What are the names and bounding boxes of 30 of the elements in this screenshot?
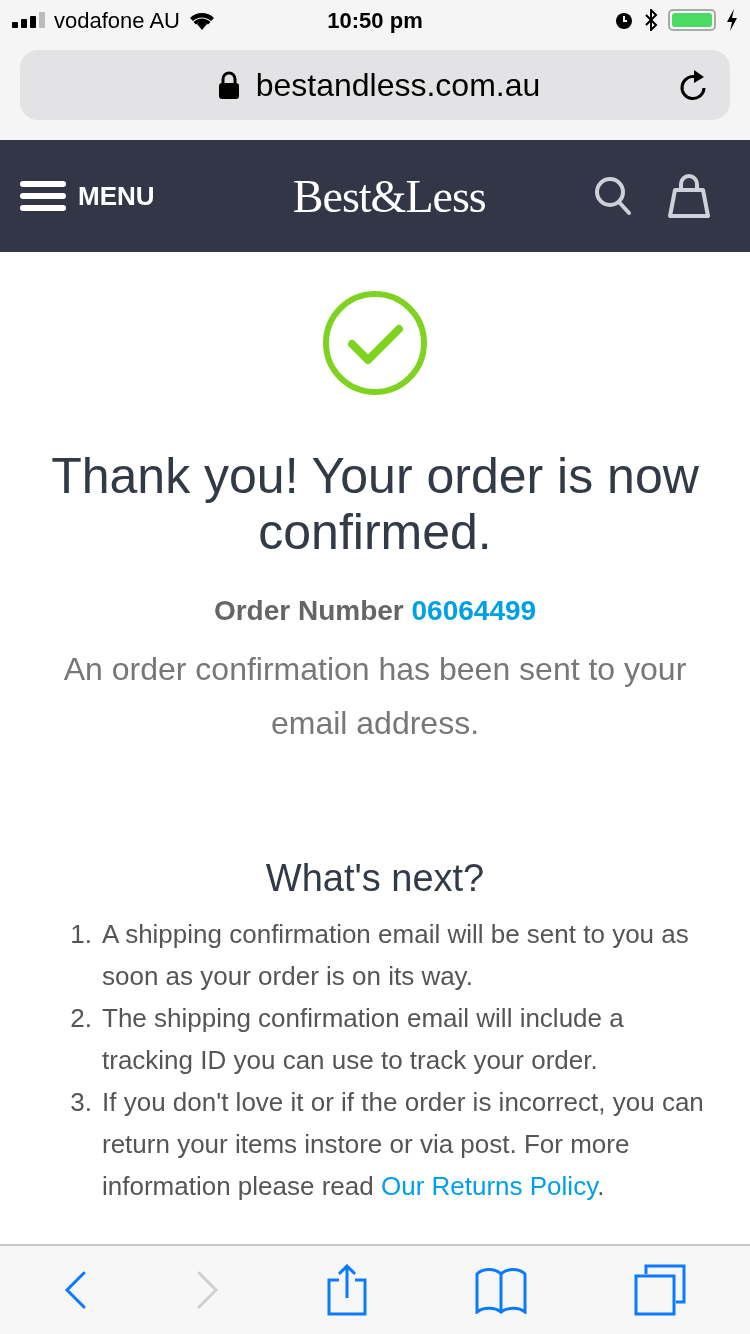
- logo[interactable]: Best&Less: [292, 161, 486, 231]
- menu-button[interactable]: MENU: [20, 176, 155, 216]
- back-icon[interactable]: [63, 1270, 88, 1310]
- wifi-icon: [188, 10, 216, 30]
- list-number: 1.: [69, 918, 93, 951]
- lock-icon: [217, 71, 240, 99]
- order-number: 06064499: [411, 595, 537, 626]
- list-item-text: If you don't love it or if the order is incorrect, you can return your items instore or via post. For more information please read Our Returns Policy.: [101, 1086, 705, 1203]
- search-icon[interactable]: [594, 176, 632, 216]
- share-icon[interactable]: [327, 1264, 367, 1316]
- list-number: 3.: [69, 1086, 93, 1119]
- battery-icon: [668, 9, 716, 31]
- carrier-name: vodafone AU: [54, 6, 180, 35]
- confirmation-message: An order confirmation has been sent to your email address.: [62, 650, 688, 743]
- tabs-icon[interactable]: [634, 1264, 687, 1316]
- shopping-bag-icon[interactable]: [668, 173, 710, 219]
- signal-icon: [12, 12, 46, 28]
- charging-icon: [726, 9, 738, 31]
- bookmarks-icon[interactable]: [474, 1266, 527, 1314]
- order-number-label: Order Number: [213, 595, 404, 626]
- list-item-text: A shipping confirmation email will be sent to you as soon as your order is on its way.: [101, 918, 690, 993]
- list-number: 2.: [69, 1002, 93, 1035]
- confirmation-title: Thank you! Your order is now confirmed.: [50, 448, 700, 560]
- list-item-text: The shipping confirmation email will include a tracking ID you can use to track your order.: [101, 1002, 625, 1077]
- clock-time: 10:50 pm: [327, 6, 423, 35]
- alarm-icon: [614, 10, 634, 30]
- checkmark-circle-icon: [322, 290, 428, 396]
- menu-icon: [20, 181, 66, 211]
- section-heading: What's next?: [265, 856, 485, 901]
- bluetooth-icon: [644, 9, 658, 31]
